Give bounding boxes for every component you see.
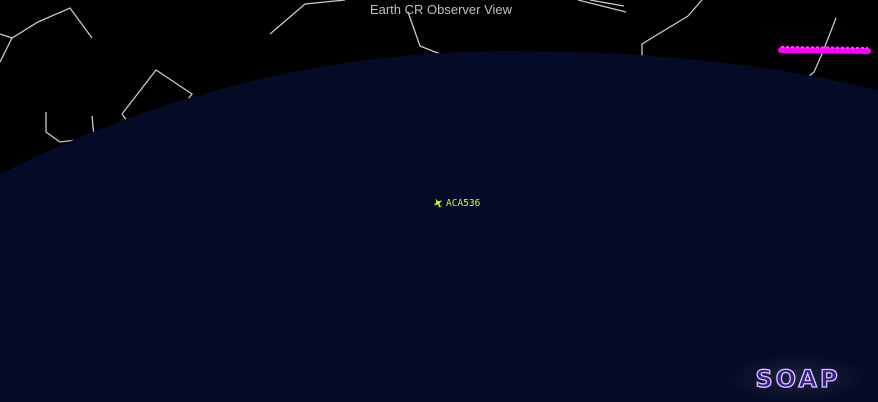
observer-view-canvas[interactable]: Earth CR Observer View ACA536 SOAP (0, 0, 878, 402)
soap-logo: SOAP (728, 354, 868, 402)
aircraft-callsign: ACA536 (446, 198, 481, 209)
logo-text: SOAP (755, 365, 840, 393)
view-title: Earth CR Observer View (370, 2, 513, 17)
